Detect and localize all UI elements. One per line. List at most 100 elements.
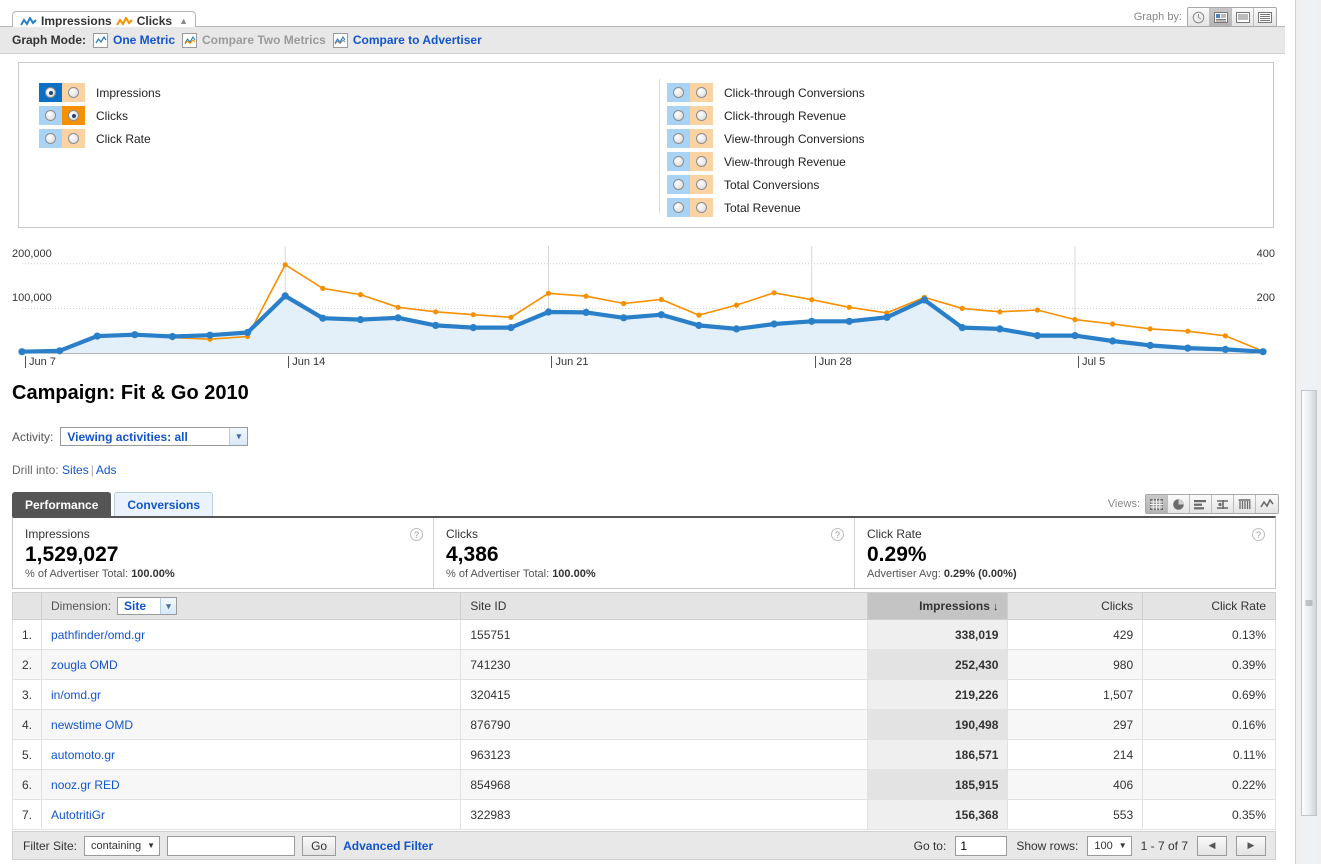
help-icon[interactable]: ? [831, 528, 844, 541]
metric-blue-radio[interactable] [667, 175, 690, 194]
filter-site-input[interactable] [167, 835, 296, 856]
row-click-rate: 0.69% [1142, 679, 1276, 710]
metric-column-right: Click-through Conversions Click-through R… [667, 81, 865, 219]
graph-mode-compare-two[interactable]: Compare Two Metrics [182, 32, 326, 48]
scrollbar-thumb[interactable] [1301, 390, 1317, 816]
clicks-sparkline-icon [115, 15, 133, 26]
row-impressions: 252,430 [867, 649, 1009, 680]
metric-orange-radio[interactable] [690, 106, 713, 125]
site-link[interactable]: zougla OMD [51, 658, 118, 672]
metric-blue-radio[interactable] [39, 83, 62, 102]
table-row: 7. AutotritiGr 322983 156,368 553 0.35% [11, 799, 1276, 830]
row-impressions: 186,571 [867, 739, 1009, 770]
help-icon[interactable]: ? [410, 528, 423, 541]
metric-blue-radio[interactable] [667, 198, 690, 217]
x-axis-tick: Jun 14 [288, 356, 325, 368]
activity-select[interactable]: Viewing activities: all ▾ [60, 427, 249, 446]
metric-label: View-through Revenue [724, 154, 846, 169]
y-axis-left-tick: 100,000 [12, 292, 52, 305]
col-impressions[interactable]: Impressions ↓ [867, 592, 1009, 620]
metric-blue-radio[interactable] [39, 129, 62, 148]
metric-label: Total Revenue [724, 200, 801, 215]
col-click-rate[interactable]: Click Rate [1142, 592, 1276, 620]
metric-blue-radio[interactable] [667, 83, 690, 102]
table-row: 1. pathfinder/omd.gr 155751 338,019 429 0.13% [11, 619, 1276, 650]
tab-conversions[interactable]: Conversions [114, 492, 214, 516]
drill-link-ads[interactable]: Ads [96, 463, 117, 477]
table-view-icon[interactable] [1146, 495, 1168, 513]
metric-orange-radio[interactable] [62, 106, 85, 125]
report-tabs: Performance Conversions [12, 492, 214, 516]
graph-panel: Impressions Clicks ▲ Graph by: Graph Mod… [0, 0, 1285, 238]
timeseries-chart: 200,000 100,000 400 200 Jun 7 Jun 14 Jun 21 Jun… [0, 240, 1285, 370]
metric-orange-radio[interactable] [690, 198, 713, 217]
pie-view-icon[interactable] [1168, 495, 1190, 513]
metric-orange-radio[interactable] [690, 152, 713, 171]
metric-blue-radio[interactable] [667, 106, 690, 125]
prev-page-button[interactable]: ◀ [1197, 835, 1227, 856]
row-click-rate: 0.16% [1142, 709, 1276, 740]
column-view-icon[interactable] [1234, 495, 1256, 513]
advanced-filter-link[interactable]: Advanced Filter [343, 839, 433, 853]
drill-link-sites[interactable]: Sites [62, 463, 89, 477]
site-link[interactable]: newstime OMD [51, 718, 133, 732]
bar-view-icon[interactable] [1190, 495, 1212, 513]
row-click-rate: 0.39% [1142, 649, 1276, 680]
goto-page-input[interactable] [955, 835, 1008, 856]
row-index: 1. [11, 619, 43, 650]
page-title: Campaign: Fit & Go 2010 [12, 382, 249, 404]
row-site: zougla OMD [41, 649, 462, 680]
show-rows-select[interactable]: 100 ▼ [1087, 835, 1132, 856]
filter-operator-select[interactable]: containing ▼ [84, 835, 161, 856]
metric-row: Click-through Conversions [667, 81, 865, 104]
dimension-select[interactable]: Site ▾ [117, 597, 178, 615]
views-buttons [1145, 494, 1279, 514]
graph-mode-one-metric[interactable]: One Metric [93, 32, 175, 48]
metric-orange-radio[interactable] [62, 83, 85, 102]
chevron-down-icon: ▼ [1118, 841, 1127, 850]
metric-label: View-through Conversions [724, 131, 865, 146]
metric-orange-radio[interactable] [690, 175, 713, 194]
summary-cell: Click Rate 0.29% Advertiser Avg: 0.29% (0.… [855, 518, 1275, 588]
site-link[interactable]: AutotritiGr [51, 808, 105, 822]
row-index: 4. [11, 709, 43, 740]
line-view-icon[interactable] [1256, 495, 1278, 513]
metric-orange-radio[interactable] [690, 129, 713, 148]
metric-blue-radio[interactable] [667, 152, 690, 171]
scatter-view-icon[interactable] [1212, 495, 1234, 513]
site-link[interactable]: pathfinder/omd.gr [51, 628, 145, 642]
row-site-id: 963123 [460, 739, 869, 770]
graph-by-hour-icon[interactable] [1188, 8, 1210, 26]
metric-orange-radio[interactable] [690, 83, 713, 102]
collapse-caret-icon[interactable]: ▲ [179, 16, 188, 26]
x-axis-tick: Jul 5 [1077, 356, 1105, 368]
graph-metric-tab[interactable]: Impressions Clicks ▲ [12, 11, 196, 28]
metric-orange-radio[interactable] [62, 129, 85, 148]
col-clicks[interactable]: Clicks [1007, 592, 1144, 620]
metric-blue-radio[interactable] [39, 106, 62, 125]
row-site-id: 854968 [460, 769, 869, 800]
page-scrollbar[interactable] [1295, 0, 1321, 864]
metric-blue-radio[interactable] [667, 129, 690, 148]
graph-by-month-icon[interactable] [1254, 8, 1276, 26]
analytics-report-page: Impressions Clicks ▲ Graph by: Graph Mod… [0, 0, 1321, 864]
row-index: 6. [11, 769, 43, 800]
pagination-group: Go to: Show rows: 100 ▼ 1 - 7 of 7 ◀ ▶ [914, 835, 1275, 856]
row-site: in/omd.gr [41, 679, 462, 710]
row-site: nooz.gr RED [41, 769, 462, 800]
col-site-id[interactable]: Site ID [460, 592, 869, 620]
views-label: Views: [1107, 498, 1140, 510]
site-link[interactable]: automoto.gr [51, 748, 115, 762]
next-page-button[interactable]: ▶ [1236, 835, 1266, 856]
drill-into-label: Drill into: [12, 463, 59, 477]
filter-go-button[interactable]: Go [302, 835, 337, 856]
help-icon[interactable]: ? [1252, 528, 1265, 541]
graph-by-day-icon[interactable] [1210, 8, 1232, 26]
site-link[interactable]: nooz.gr RED [51, 778, 120, 792]
graph-by-week-icon[interactable] [1232, 8, 1254, 26]
row-clicks: 297 [1007, 709, 1144, 740]
graph-mode-compare-advertiser[interactable]: Compare to Advertiser [332, 32, 482, 48]
tab-performance[interactable]: Performance [12, 492, 112, 516]
views-control: Views: [1108, 494, 1279, 514]
site-link[interactable]: in/omd.gr [51, 688, 101, 702]
